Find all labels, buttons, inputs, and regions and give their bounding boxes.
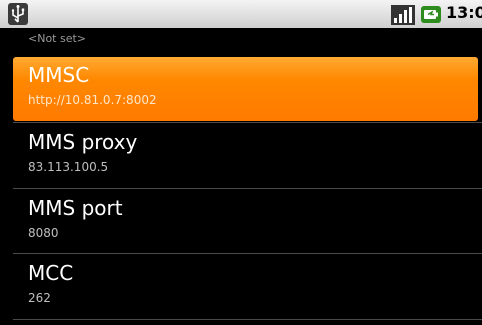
pref-mms-proxy[interactable]: MMS proxy 83.113.100.5	[13, 124, 482, 188]
battery-charging-icon	[421, 6, 441, 23]
usb-icon	[8, 3, 28, 25]
pref-mcc[interactable]: MCC 262	[13, 255, 482, 319]
divider	[13, 253, 482, 254]
pref-summary: 83.113.100.5	[28, 160, 109, 174]
pref-title: MMSC	[28, 63, 90, 87]
pref-title: MMS proxy	[28, 130, 138, 154]
status-bar: 13:03	[0, 0, 482, 28]
pref-title: MMS port	[28, 196, 123, 220]
pref-mms-port[interactable]: MMS port 8080	[13, 190, 482, 254]
pref-title: MCC	[28, 261, 74, 285]
divider	[13, 319, 482, 320]
list-item-summary: <Not set>	[28, 32, 87, 45]
status-clock: 13:03	[446, 3, 482, 22]
pref-mmsc[interactable]: MMSC http://10.81.0.7:8002	[13, 57, 478, 121]
pref-summary: 262	[28, 291, 51, 305]
signal-icon	[391, 5, 415, 25]
list-item-partial[interactable]: <Not set>	[28, 28, 468, 52]
pref-summary: 8080	[28, 226, 59, 240]
pref-summary: http://10.81.0.7:8002	[28, 93, 157, 107]
divider	[13, 188, 482, 189]
divider	[13, 122, 482, 123]
